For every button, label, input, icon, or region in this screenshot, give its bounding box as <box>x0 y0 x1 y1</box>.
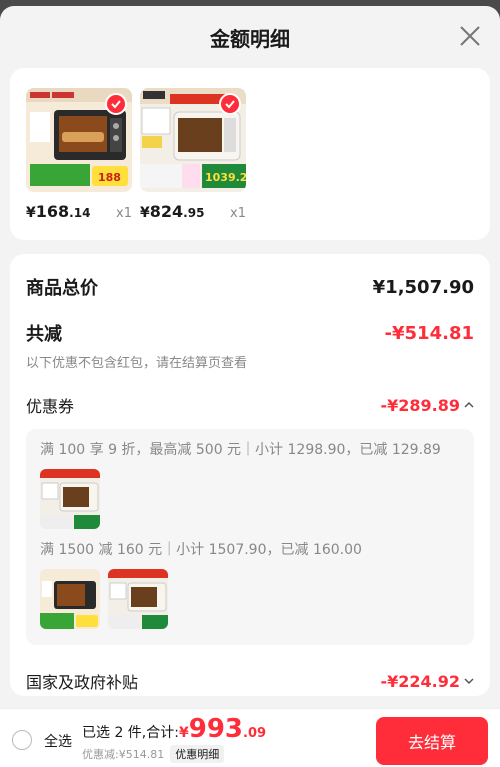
product-qty: x1 <box>116 206 132 221</box>
coupon-row[interactable]: 优惠券 -¥289.89 <box>26 393 474 417</box>
price-detail-card: 商品总价 ¥1,507.90 共减 -¥514.81 以下优惠不包含红包，请在结… <box>10 254 490 696</box>
coupon-rule: 满 100 享 9 折，最高减 500 元｜小计 1298.90，已减 129.… <box>40 442 441 458</box>
close-icon[interactable] <box>458 24 482 48</box>
subsidy-label: 国家及政府补贴 <box>26 673 139 692</box>
product-qty: x1 <box>230 206 246 221</box>
product-thumb[interactable] <box>40 469 100 529</box>
product-price-row: ¥168.14 x1 <box>26 202 132 221</box>
product-price: ¥824.95 <box>140 202 205 221</box>
sheet-header: 金额明细 <box>0 6 500 68</box>
product-price: ¥168.14 <box>26 202 91 221</box>
redpacket-hint: 以下优惠不包含红包，请在结算页查看 <box>26 356 248 371</box>
chevron-up-icon[interactable] <box>464 401 474 409</box>
select-all-label[interactable]: 全选 <box>44 731 72 751</box>
checkout-summary: 已选 2 件,合计: ¥ 993 .09 优惠减:¥514.81 优惠明细 <box>82 715 266 763</box>
products-card: 188 ¥168.14 x1 1039.2 ¥824.95 x1 <box>10 68 490 240</box>
product-item[interactable]: 188 ¥168.14 x1 <box>26 88 132 221</box>
total-currency: ¥ <box>178 725 189 741</box>
product-thumb[interactable] <box>108 569 168 629</box>
reduce-label: 共减 <box>26 324 62 345</box>
selected-check-icon[interactable] <box>105 93 127 115</box>
sheet-title: 金额明细 <box>210 26 290 51</box>
amount-detail-sheet: 金额明细 188 ¥168.14 x1 1039.2 ¥824.95 x1 商品… <box>0 6 500 767</box>
coupon-rule: 满 1500 减 160 元｜小计 1507.90，已减 160.00 <box>40 542 362 558</box>
promo-price-label: 188 <box>98 171 121 184</box>
select-all-radio[interactable] <box>12 730 32 750</box>
product-image-oven-2[interactable]: 1039.2 <box>140 88 246 192</box>
total-label: 商品总价 <box>26 278 98 299</box>
coupon-rule-products <box>40 569 460 629</box>
discount-line: 优惠减:¥514.81 优惠明细 <box>82 745 266 763</box>
selected-count: 已选 2 件,合计: <box>82 725 179 741</box>
discount-detail-tag[interactable]: 优惠明细 <box>170 745 225 763</box>
product-image-oven-1[interactable]: 188 <box>26 88 132 192</box>
product-price-row: ¥824.95 x1 <box>140 202 246 221</box>
reduce-row: 共减 -¥514.81 <box>26 320 474 346</box>
checkout-button[interactable]: 去结算 <box>376 717 488 765</box>
grand-total-decimal: .09 <box>243 726 267 741</box>
product-thumb[interactable] <box>40 569 100 629</box>
total-value: ¥1,507.90 <box>372 276 474 298</box>
product-item[interactable]: 1039.2 ¥824.95 x1 <box>140 88 246 221</box>
coupon-details: 满 100 享 9 折，最高减 500 元｜小计 1298.90，已减 129.… <box>26 429 474 645</box>
subsidy-value[interactable]: -¥224.92 <box>380 672 474 691</box>
coupon-label: 优惠券 <box>26 397 75 416</box>
grand-total-integer: 993 <box>188 714 244 744</box>
subsidy-row[interactable]: 国家及政府补贴 -¥224.92 <box>26 669 474 693</box>
promo-price-label: 1039.2 <box>205 171 246 184</box>
discount-amount: 优惠减:¥514.81 <box>82 748 165 761</box>
coupon-value[interactable]: -¥289.89 <box>380 396 474 415</box>
coupon-rule-products <box>40 469 460 529</box>
selected-check-icon[interactable] <box>219 93 241 115</box>
reduce-value: -¥514.81 <box>384 322 474 344</box>
summary-total-line: 已选 2 件,合计: ¥ 993 .09 <box>82 715 266 743</box>
checkout-bar: 全选 已选 2 件,合计: ¥ 993 .09 优惠减:¥514.81 优惠明细… <box>0 708 500 767</box>
total-row: 商品总价 ¥1,507.90 <box>26 254 474 300</box>
chevron-down-icon[interactable] <box>464 677 474 685</box>
